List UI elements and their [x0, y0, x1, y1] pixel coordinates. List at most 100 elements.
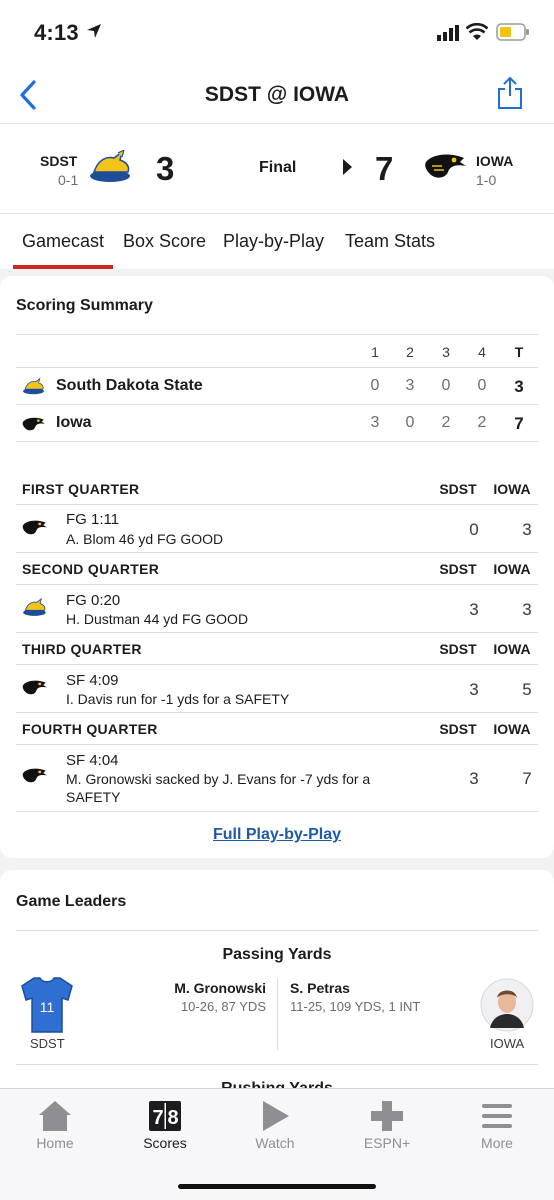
- sdst-logo-icon: [23, 597, 46, 616]
- plus-icon: [371, 1101, 403, 1131]
- linescore-team-name: Iowa: [56, 414, 92, 431]
- home-team-record: 1-0: [476, 172, 497, 188]
- leader-divider: [277, 978, 278, 1050]
- quarter-header: THIRD QUARTER: [22, 641, 142, 657]
- tab-box-score[interactable]: Box Score: [123, 231, 206, 252]
- linescore-team-name: South Dakota State: [56, 377, 203, 394]
- linescore-header-total: T: [514, 344, 524, 360]
- scoring-play-home-score: 3: [522, 520, 532, 539]
- linescore-value: 0: [370, 377, 380, 394]
- divider: [16, 334, 538, 335]
- scoring-summary-title: Scoring Summary: [16, 297, 153, 314]
- iowa-hawkeye-logo-icon: [22, 680, 47, 695]
- linescore-value: 3: [405, 377, 415, 394]
- scoring-play-home-score: 3: [522, 600, 532, 619]
- divider: [16, 811, 538, 812]
- scoring-play-description: A. Blom 46 yd FG GOOD: [66, 531, 224, 547]
- iowa-hawkeye-logo-icon: [22, 768, 47, 783]
- tab-play-by-play[interactable]: Play-by-Play: [223, 231, 324, 252]
- full-play-by-play-link[interactable]: Full Play-by-Play: [0, 826, 554, 844]
- scoring-play-away-score: 0: [469, 520, 479, 539]
- column-header-away: SDST: [439, 561, 477, 577]
- scoring-play-home-score: 5: [522, 680, 532, 699]
- scoring-play-description: H. Dustman 44 yd FG GOOD: [66, 611, 249, 627]
- column-header-home: IOWA: [493, 641, 531, 657]
- iowa-hawkeye-logo-icon: [22, 417, 45, 431]
- play-arrow-icon[interactable]: [343, 159, 352, 175]
- away-leader-stat: 10-26, 87 YDS: [180, 999, 266, 1014]
- cellular-signal-icon: [437, 25, 459, 41]
- scoring-play-away-score: 3: [469, 769, 479, 788]
- active-tab-indicator: [13, 265, 113, 269]
- tab-bar-label: Watch: [255, 1135, 295, 1151]
- share-icon[interactable]: [496, 76, 524, 110]
- page-title: SDST @ IOWA: [204, 83, 350, 106]
- home-icon: [39, 1101, 71, 1131]
- column-header-away: SDST: [439, 721, 477, 737]
- linescore-total: 3: [514, 377, 524, 396]
- quarter-header: FIRST QUARTER: [22, 481, 140, 497]
- linescore-header-q3: 3: [442, 344, 450, 360]
- battery-icon: [496, 23, 529, 41]
- home-team-abbr: IOWA: [476, 153, 514, 169]
- home-leader-name[interactable]: S. Petras: [290, 980, 350, 996]
- svg-text:7: 7: [152, 1107, 163, 1129]
- scoring-summary-card: Scoring Summary 1 2 3 4 T South Dakota S…: [0, 276, 554, 858]
- sdst-logo-icon: [23, 377, 44, 395]
- away-leader-team: SDST: [30, 1036, 65, 1051]
- away-score: 3: [156, 150, 175, 187]
- linescore-header-q4: 4: [478, 344, 486, 360]
- tab-bar-label: More: [481, 1135, 513, 1151]
- divider: [16, 712, 538, 713]
- quarter-header: FOURTH QUARTER: [22, 721, 158, 737]
- scoring-play-home-score: 7: [522, 769, 532, 788]
- divider: [16, 504, 538, 505]
- status-time: 4:13: [34, 20, 79, 45]
- column-header-home: IOWA: [493, 481, 531, 497]
- divider: [16, 404, 538, 405]
- away-team-record: 0-1: [58, 172, 79, 188]
- scoring-play-type: FG 1:11: [66, 511, 120, 528]
- scoring-play-away-score: 3: [469, 600, 479, 619]
- tab-team-stats[interactable]: Team Stats: [345, 231, 435, 252]
- away-team-abbr: SDST: [40, 153, 78, 169]
- scoring-play-description: I. Davis run for -1 yds for a SAFETY: [66, 691, 290, 707]
- leader-category: Passing Yards: [222, 946, 332, 963]
- away-leader-name[interactable]: M. Gronowski: [174, 980, 266, 996]
- menu-icon: [482, 1104, 512, 1128]
- linescore-header-q2: 2: [406, 344, 414, 360]
- column-header-away: SDST: [439, 481, 477, 497]
- tab-bar-label: Home: [36, 1135, 74, 1151]
- game-status: Final: [259, 159, 297, 176]
- linescore-value: 2: [441, 414, 451, 431]
- divider: [16, 930, 538, 931]
- divider: [16, 1064, 538, 1065]
- score-header: SDST 0-1 3 Final 7 IOWA 1-0: [0, 124, 554, 214]
- scoring-play-type: SF 4:04: [66, 752, 119, 769]
- divider: [16, 367, 538, 368]
- divider: [16, 552, 538, 553]
- column-header-home: IOWA: [493, 721, 531, 737]
- jersey-number: 11: [40, 999, 55, 1015]
- linescore-value: 3: [370, 414, 380, 431]
- quarter-header: SECOND QUARTER: [22, 561, 160, 577]
- home-indicator: [178, 1184, 376, 1189]
- linescore-value: 0: [477, 377, 487, 394]
- divider: [16, 441, 538, 442]
- linescore-value: 2: [477, 414, 487, 431]
- sdst-logo-icon: [90, 150, 130, 182]
- player-avatar[interactable]: [480, 978, 534, 1032]
- linescore-value: 0: [441, 377, 451, 394]
- iowa-hawkeye-logo-icon: [425, 154, 466, 178]
- scoring-play-away-score: 3: [469, 680, 479, 699]
- scoring-play-type: SF 4:09: [66, 672, 119, 689]
- scoreboard-icon: 78: [149, 1101, 181, 1131]
- svg-text:8: 8: [167, 1107, 178, 1129]
- tab-gamecast[interactable]: Gamecast: [22, 231, 104, 252]
- scoring-play-type: FG 0:20: [66, 592, 121, 609]
- game-leaders-title: Game Leaders: [16, 893, 127, 910]
- tab-bar-label: Scores: [143, 1135, 187, 1151]
- play-icon: [263, 1101, 289, 1131]
- home-score: 7: [375, 150, 394, 187]
- home-leader-stat: 11-25, 109 YDS, 1 INT: [290, 999, 421, 1014]
